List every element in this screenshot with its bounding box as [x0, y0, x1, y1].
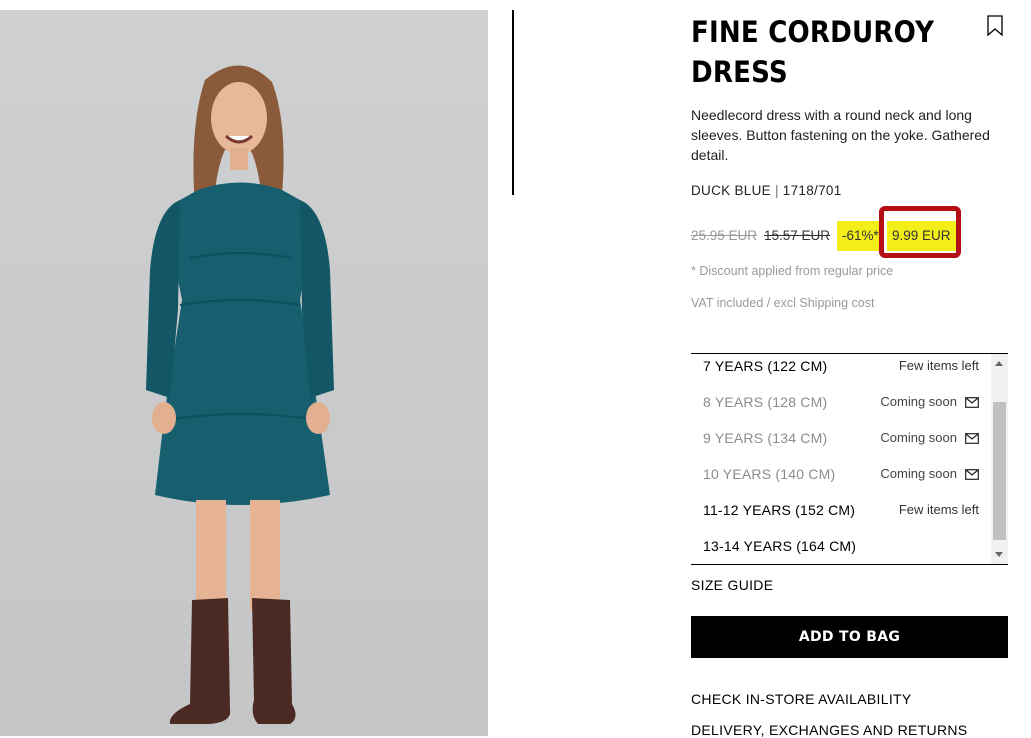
scroll-down-arrow-icon[interactable]	[995, 552, 1003, 557]
mail-icon[interactable]	[965, 397, 979, 408]
product-title-line2: DRESS	[691, 55, 788, 89]
size-option[interactable]: 8 YEARS (128 CM) Coming soon	[691, 390, 991, 426]
size-label: 9 YEARS (134 CM)	[703, 430, 828, 446]
check-store-availability-link[interactable]: CHECK IN-STORE AVAILABILITY	[691, 691, 912, 707]
mail-icon[interactable]	[965, 469, 979, 480]
size-label: 8 YEARS (128 CM)	[703, 394, 828, 410]
size-option[interactable]: 9 YEARS (134 CM) Coming soon	[691, 426, 991, 462]
size-label: 11-12 YEARS (152 CM)	[703, 502, 856, 518]
discount-badge: -61%*	[837, 221, 884, 251]
add-to-bag-button[interactable]: ADD TO BAG	[691, 616, 1008, 658]
size-list[interactable]: 7 YEARS (122 CM) Few items left 8 YEARS …	[691, 353, 1008, 565]
stock-status: Coming soon	[880, 466, 957, 481]
size-option[interactable]: 13-14 YEARS (164 CM)	[691, 534, 991, 564]
product-reference: 1718/701	[782, 183, 842, 198]
mail-icon[interactable]	[965, 433, 979, 444]
separator: |	[774, 183, 779, 198]
stock-status: Coming soon	[880, 430, 957, 445]
size-label: 10 YEARS (140 CM)	[703, 466, 836, 482]
scroll-thumb[interactable]	[993, 402, 1006, 540]
vat-note: VAT included / excl Shipping cost	[691, 296, 875, 310]
color-reference: DUCK BLUE | 1718/701	[691, 183, 842, 198]
price-annotation-box	[879, 206, 961, 258]
stock-status: Few items left	[898, 358, 979, 373]
product-title: FINE CORDUROY DRESS	[691, 12, 935, 92]
stock-status: Few items left	[898, 502, 979, 517]
product-title-line1: FINE CORDUROY	[691, 15, 935, 49]
girl-in-dress-illustration	[146, 65, 334, 724]
size-guide-link[interactable]: SIZE GUIDE	[691, 577, 773, 593]
previous-price: 15.57 EUR	[764, 228, 831, 243]
size-option[interactable]: 7 YEARS (122 CM) Few items left	[691, 354, 991, 390]
size-label: 13-14 YEARS (164 CM)	[703, 538, 857, 554]
size-option[interactable]: 11-12 YEARS (152 CM) Few items left	[691, 498, 991, 534]
regular-price: 25.95 EUR	[691, 228, 758, 243]
color-name: DUCK BLUE	[691, 183, 771, 198]
product-description: Needlecord dress with a round neck and l…	[691, 107, 990, 163]
stock-status: Coming soon	[880, 394, 957, 409]
divider-line	[512, 10, 514, 195]
bookmark-icon[interactable]	[986, 15, 1004, 37]
size-label: 7 YEARS (122 CM)	[703, 358, 828, 374]
scroll-up-arrow-icon[interactable]	[995, 361, 1003, 366]
size-list-scrollbar[interactable]	[991, 354, 1008, 564]
product-image	[0, 10, 488, 736]
size-option[interactable]: 10 YEARS (140 CM) Coming soon	[691, 462, 991, 498]
discount-note: * Discount applied from regular price	[691, 264, 894, 278]
